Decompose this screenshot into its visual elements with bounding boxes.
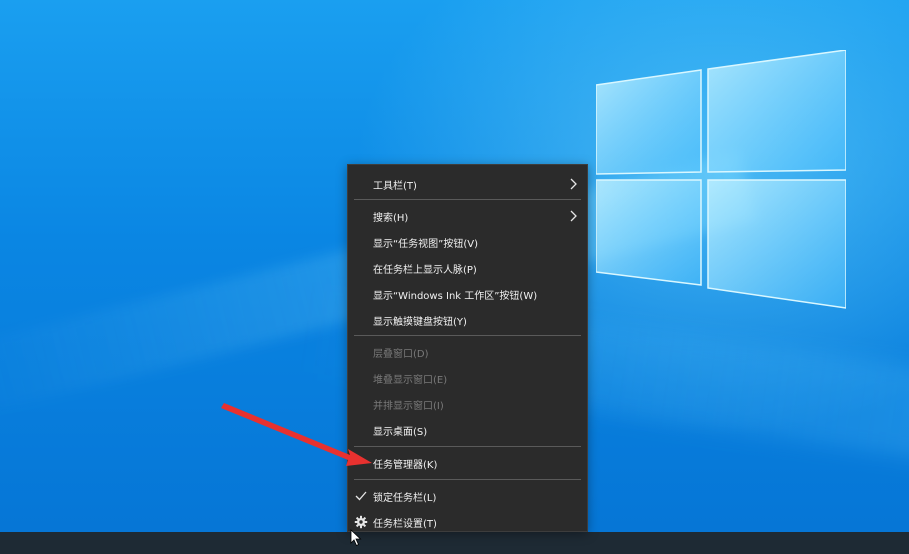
menu-item-label: 任务栏设置(T) — [373, 518, 437, 530]
taskbar-context-menu: 工具栏(T) 搜索(H) 显示“任务视图”按钮(V) 在任务栏上显示人脉(P) … — [347, 164, 588, 532]
windows-logo — [596, 50, 846, 309]
menu-item-label: 显示“Windows Ink 工作区”按钮(W) — [373, 290, 538, 302]
menu-item-side-by-side-windows: 并排显示窗口(I) — [348, 391, 587, 417]
menu-item-show-people[interactable]: 在任务栏上显示人脉(P) — [348, 255, 587, 281]
menu-item-label: 锁定任务栏(L) — [373, 492, 437, 504]
chevron-right-icon — [570, 210, 577, 222]
checkmark-icon — [355, 491, 367, 501]
menu-item-task-manager[interactable]: 任务管理器(K) — [348, 450, 587, 476]
menu-separator — [354, 199, 581, 200]
menu-item-label: 在任务栏上显示人脉(P) — [373, 264, 477, 276]
menu-item-label: 并排显示窗口(I) — [373, 400, 444, 412]
menu-separator — [354, 335, 581, 336]
menu-item-show-touch-keyboard-button[interactable]: 显示触摸键盘按钮(Y) — [348, 307, 587, 333]
menu-item-show-windows-ink-button[interactable]: 显示“Windows Ink 工作区”按钮(W) — [348, 281, 587, 307]
mouse-cursor-icon — [350, 529, 362, 547]
menu-item-label: 层叠窗口(D) — [373, 348, 429, 360]
menu-item-toolbars[interactable]: 工具栏(T) — [348, 171, 587, 197]
menu-item-label: 搜索(H) — [373, 212, 409, 224]
menu-item-taskbar-settings[interactable]: 任务栏设置(T) — [348, 509, 587, 535]
menu-item-show-desktop[interactable]: 显示桌面(S) — [348, 417, 587, 443]
menu-item-cascade-windows: 层叠窗口(D) — [348, 339, 587, 365]
taskbar[interactable] — [0, 532, 909, 554]
menu-item-label: 堆叠显示窗口(E) — [373, 374, 448, 386]
menu-separator — [354, 446, 581, 447]
menu-item-lock-taskbar[interactable]: 锁定任务栏(L) — [348, 483, 587, 509]
menu-item-label: 显示触摸键盘按钮(Y) — [373, 316, 467, 328]
menu-item-search[interactable]: 搜索(H) — [348, 203, 587, 229]
menu-item-label: 工具栏(T) — [373, 180, 417, 192]
menu-item-label: 任务管理器(K) — [373, 459, 438, 471]
chevron-right-icon — [570, 178, 577, 190]
menu-item-label: 显示“任务视图”按钮(V) — [373, 238, 479, 250]
gear-icon — [354, 515, 368, 529]
menu-item-label: 显示桌面(S) — [373, 426, 428, 438]
menu-item-show-task-view-button[interactable]: 显示“任务视图”按钮(V) — [348, 229, 587, 255]
menu-item-stack-windows: 堆叠显示窗口(E) — [348, 365, 587, 391]
menu-separator — [354, 479, 581, 480]
